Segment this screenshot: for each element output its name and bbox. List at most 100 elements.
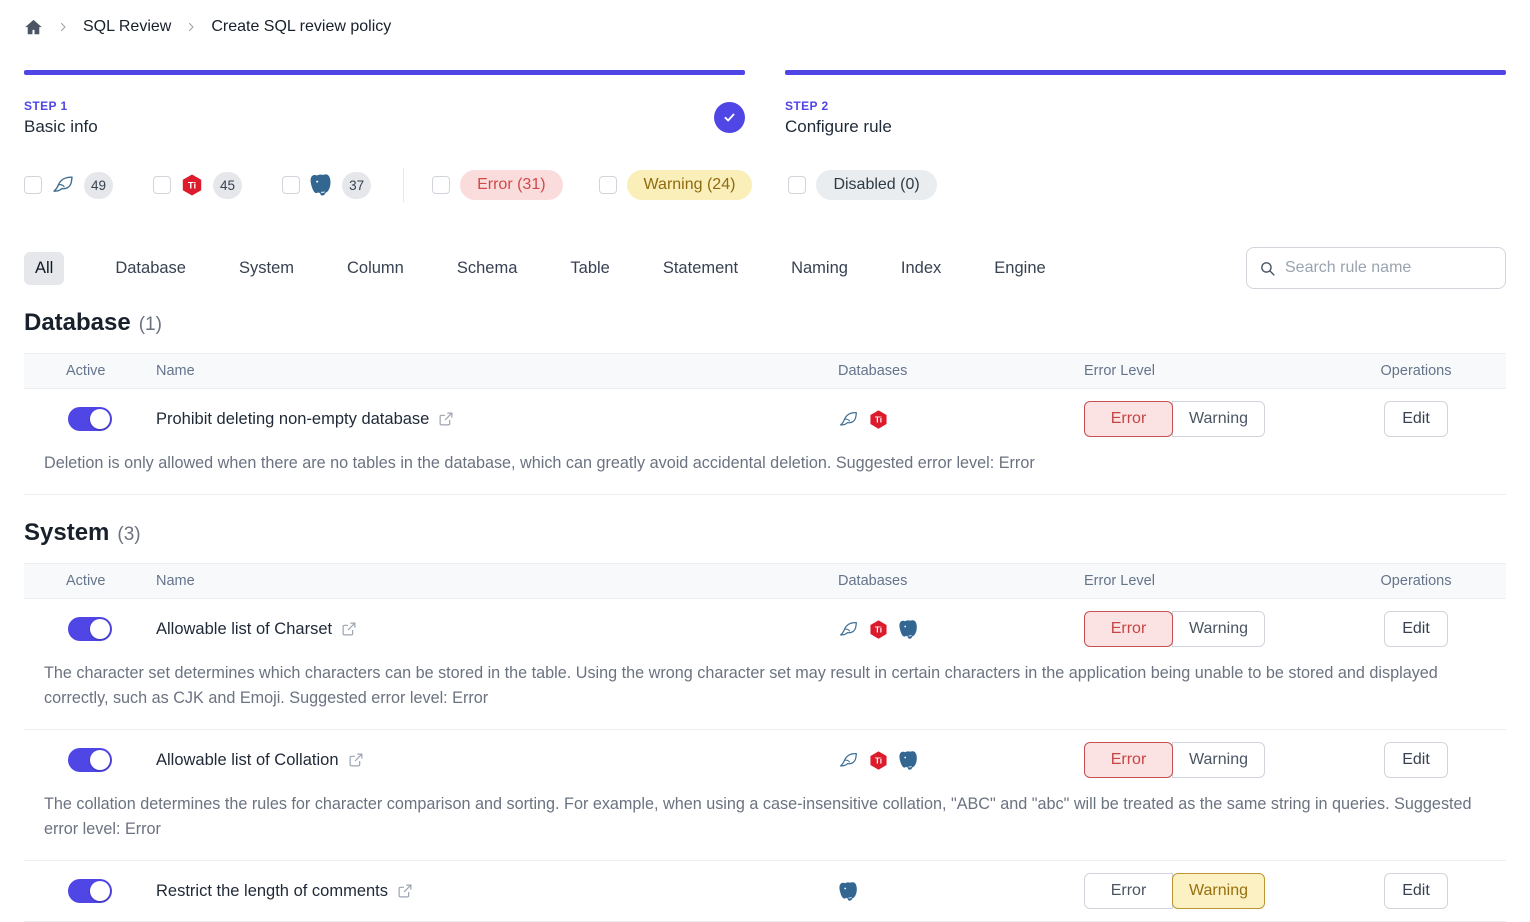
edit-button[interactable]: Edit bbox=[1384, 742, 1448, 778]
warning-filter-pill[interactable]: Warning (24) bbox=[627, 170, 753, 200]
step-2: STEP 2 Configure rule bbox=[785, 70, 1506, 137]
chevron-right-icon bbox=[57, 21, 69, 33]
search-icon bbox=[1259, 260, 1276, 277]
edit-button[interactable]: Edit bbox=[1384, 401, 1448, 437]
chevron-right-icon bbox=[185, 21, 197, 33]
error-level-error-button[interactable]: Error bbox=[1084, 611, 1173, 647]
error-level-warning-button[interactable]: Warning bbox=[1172, 742, 1265, 778]
section-heading-system: System (3) bbox=[24, 519, 1506, 547]
rule-row: Allowable list of Charset Error Warning … bbox=[24, 599, 1506, 730]
rule-active-toggle[interactable] bbox=[68, 617, 112, 641]
step-1-progress-bar bbox=[24, 70, 745, 75]
filter-divider bbox=[403, 168, 404, 202]
error-level-segment: Error Warning bbox=[1084, 401, 1326, 437]
col-active: Active bbox=[24, 363, 142, 379]
external-link-icon[interactable] bbox=[341, 621, 357, 637]
tab-index[interactable]: Index bbox=[899, 252, 943, 285]
tidb-icon bbox=[868, 619, 889, 640]
mysql-icon bbox=[51, 173, 75, 197]
stepper: STEP 1 Basic info STEP 2 Configure rule bbox=[24, 70, 1506, 137]
tab-all[interactable]: All bbox=[24, 252, 64, 285]
rule-description: Deletion is only allowed when there are … bbox=[24, 449, 1506, 494]
col-databases: Databases bbox=[822, 363, 1054, 379]
error-level-error-button[interactable]: Error bbox=[1084, 401, 1173, 437]
tidb-count-badge: 45 bbox=[213, 172, 242, 199]
tidb-filter-checkbox[interactable] bbox=[153, 176, 171, 194]
breadcrumb-current-page: Create SQL review policy bbox=[211, 18, 391, 36]
filter-level-disabled: Disabled (0) bbox=[788, 170, 936, 200]
tab-engine[interactable]: Engine bbox=[992, 252, 1047, 285]
mysql-count-badge: 49 bbox=[84, 172, 113, 199]
section-title: System bbox=[24, 519, 109, 547]
error-level-warning-button[interactable]: Warning bbox=[1172, 611, 1265, 647]
step-1-label: STEP 1 bbox=[24, 99, 745, 113]
postgres-icon bbox=[309, 173, 333, 197]
tab-system[interactable]: System bbox=[237, 252, 296, 285]
error-level-error-button[interactable]: Error bbox=[1084, 742, 1173, 778]
mysql-icon bbox=[838, 409, 859, 430]
disabled-filter-checkbox[interactable] bbox=[788, 176, 806, 194]
step-1-title: Basic info bbox=[24, 117, 745, 137]
external-link-icon[interactable] bbox=[348, 752, 364, 768]
step-2-label: STEP 2 bbox=[785, 99, 1506, 113]
search-input[interactable] bbox=[1285, 259, 1493, 277]
rule-active-toggle[interactable] bbox=[68, 407, 112, 431]
edit-button[interactable]: Edit bbox=[1384, 611, 1448, 647]
filter-engine-tidb: 45 bbox=[153, 172, 242, 199]
tab-database[interactable]: Database bbox=[113, 252, 188, 285]
home-icon[interactable] bbox=[24, 18, 43, 37]
edit-button[interactable]: Edit bbox=[1384, 873, 1448, 909]
rule-row: Allowable list of Collation Error Warnin… bbox=[24, 730, 1506, 861]
section-heading-database: Database (1) bbox=[24, 309, 1506, 337]
search-rule-box bbox=[1246, 247, 1506, 289]
table-header: Active Name Databases Error Level Operat… bbox=[24, 563, 1506, 599]
tab-statement[interactable]: Statement bbox=[661, 252, 740, 285]
mysql-filter-checkbox[interactable] bbox=[24, 176, 42, 194]
breadcrumb: SQL Review Create SQL review policy bbox=[24, 12, 1506, 42]
error-level-segment: Error Warning bbox=[1084, 611, 1326, 647]
step-1-completed-check-icon bbox=[714, 102, 745, 133]
postgres-icon bbox=[838, 881, 859, 902]
table-header: Active Name Databases Error Level Operat… bbox=[24, 353, 1506, 389]
error-level-warning-button[interactable]: Warning bbox=[1172, 873, 1265, 909]
section-count: (1) bbox=[139, 314, 162, 336]
system-rules-table: Active Name Databases Error Level Operat… bbox=[24, 563, 1506, 922]
error-filter-checkbox[interactable] bbox=[432, 176, 450, 194]
rule-name: Restrict the length of comments bbox=[156, 882, 388, 901]
col-name: Name bbox=[142, 573, 822, 589]
rule-active-toggle[interactable] bbox=[68, 748, 112, 772]
external-link-icon[interactable] bbox=[397, 883, 413, 899]
error-level-warning-button[interactable]: Warning bbox=[1172, 401, 1265, 437]
error-level-error-button[interactable]: Error bbox=[1084, 873, 1173, 909]
tab-schema[interactable]: Schema bbox=[455, 252, 520, 285]
category-tabs-row: All Database System Column Schema Table … bbox=[24, 247, 1506, 289]
mysql-icon bbox=[838, 750, 859, 771]
postgres-icon bbox=[898, 750, 919, 771]
error-level-segment: Error Warning bbox=[1084, 742, 1326, 778]
external-link-icon[interactable] bbox=[438, 411, 454, 427]
col-operations: Operations bbox=[1326, 363, 1506, 379]
postgres-filter-checkbox[interactable] bbox=[282, 176, 300, 194]
error-filter-pill[interactable]: Error (31) bbox=[460, 170, 562, 200]
disabled-filter-pill[interactable]: Disabled (0) bbox=[816, 170, 936, 200]
col-active: Active bbox=[24, 573, 142, 589]
rule-active-toggle[interactable] bbox=[68, 879, 112, 903]
tab-naming[interactable]: Naming bbox=[789, 252, 850, 285]
filter-level-warning: Warning (24) bbox=[599, 170, 753, 200]
filter-level-error: Error (31) bbox=[432, 170, 562, 200]
col-error-level: Error Level bbox=[1054, 573, 1326, 589]
rule-row: Prohibit deleting non-empty database Err… bbox=[24, 389, 1506, 495]
step-2-progress-bar bbox=[785, 70, 1506, 75]
tidb-icon bbox=[180, 173, 204, 197]
tab-column[interactable]: Column bbox=[345, 252, 406, 285]
warning-filter-checkbox[interactable] bbox=[599, 176, 617, 194]
tab-table[interactable]: Table bbox=[568, 252, 611, 285]
postgres-icon bbox=[898, 619, 919, 640]
breadcrumb-sql-review[interactable]: SQL Review bbox=[83, 18, 171, 36]
filter-engine-postgres: 37 bbox=[282, 172, 371, 199]
step-2-title: Configure rule bbox=[785, 117, 1506, 137]
toggle-knob bbox=[90, 750, 110, 770]
rule-name: Allowable list of Collation bbox=[156, 751, 339, 770]
section-title: Database bbox=[24, 309, 131, 337]
postgres-count-badge: 37 bbox=[342, 172, 371, 199]
